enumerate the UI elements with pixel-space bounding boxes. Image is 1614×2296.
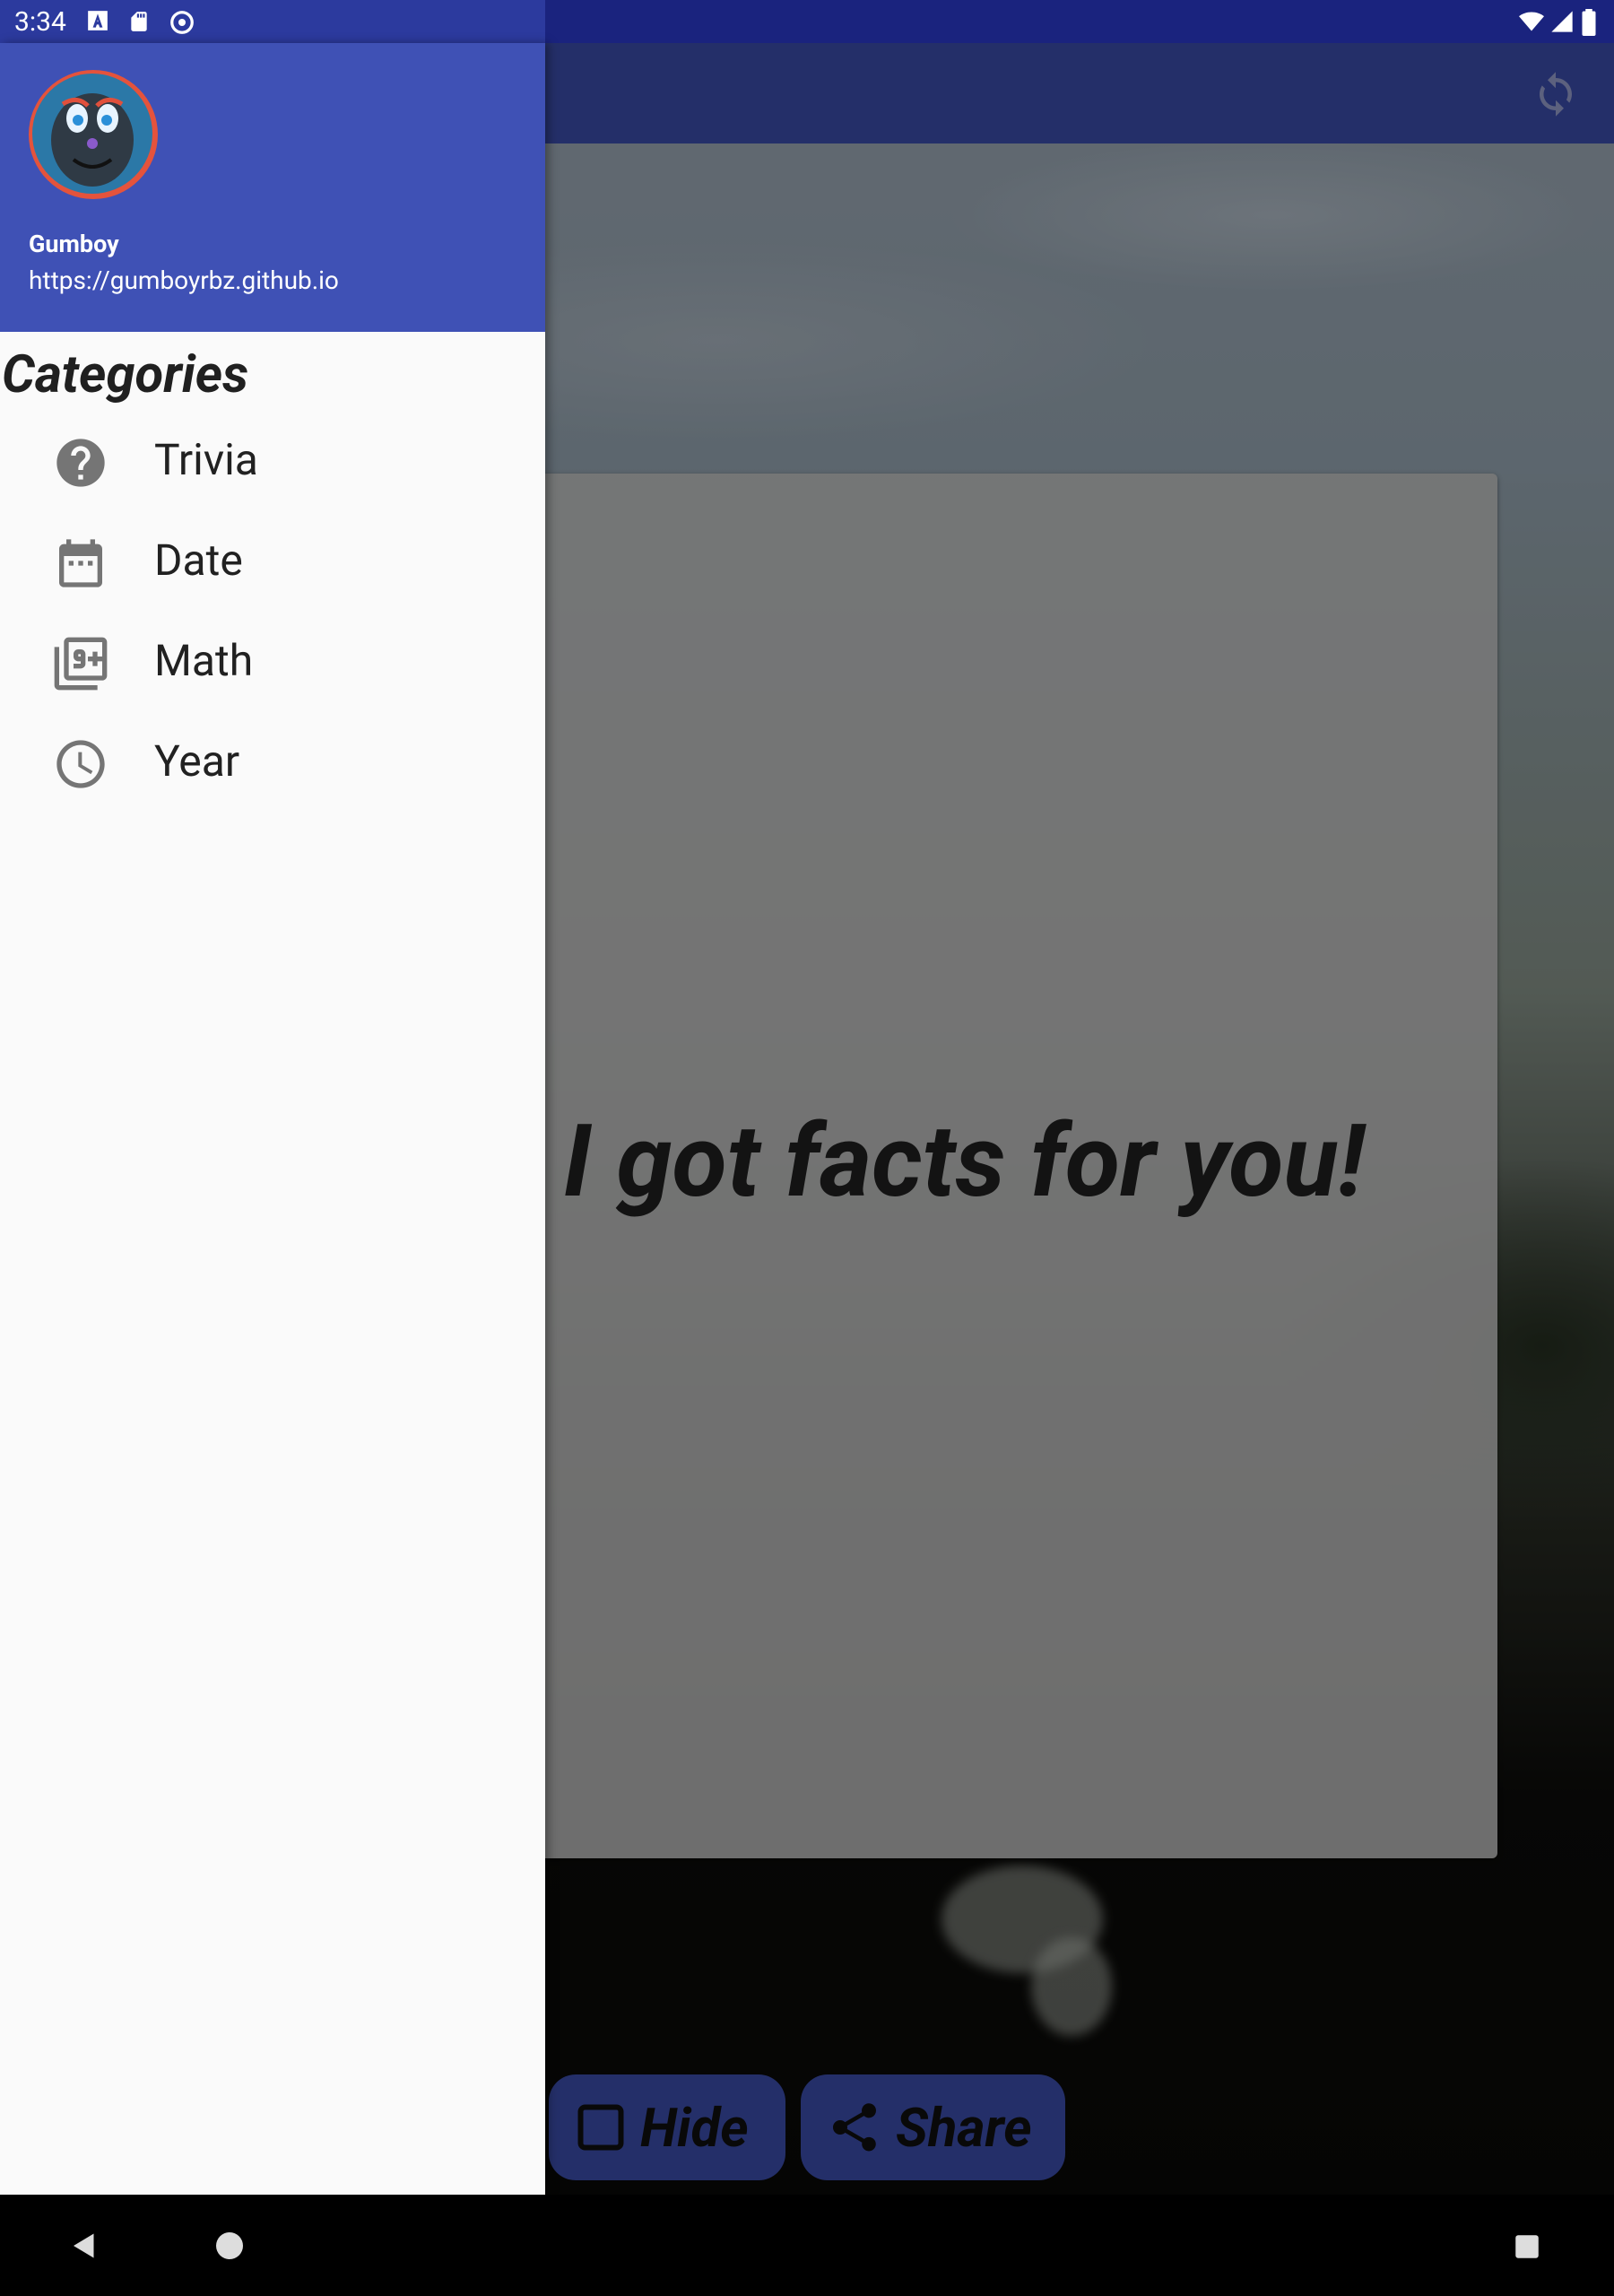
menu-item-year[interactable]: Year (0, 710, 545, 811)
profile-name: Gumboy (29, 230, 119, 258)
categories-heading: Categories (2, 344, 249, 405)
status-time: 3:34 (14, 6, 66, 38)
menu-item-label: Year (154, 735, 240, 787)
menu-item-math[interactable]: Math (0, 610, 545, 710)
signal-icon (1551, 11, 1573, 32)
help-circle-icon (56, 439, 105, 487)
gumboy-logo-icon (51, 93, 134, 187)
text-notification-icon (88, 11, 108, 30)
home-icon[interactable] (213, 2230, 246, 2262)
avatar (29, 70, 158, 199)
back-icon[interactable] (68, 2230, 100, 2262)
profile-url[interactable]: https://gumboyrbz.github.io (29, 265, 339, 295)
menu-item-label: Trivia (154, 434, 258, 485)
recents-icon[interactable] (1512, 2231, 1542, 2262)
avatar-image (32, 74, 152, 194)
sync-status-icon (170, 11, 194, 34)
sd-card-icon (131, 12, 147, 31)
clock-icon (56, 740, 105, 788)
filter-9-plus-icon (54, 637, 108, 691)
menu-item-label: Date (154, 535, 243, 586)
menu-item-date[interactable]: Date (0, 509, 545, 610)
wifi-icon (1519, 12, 1544, 31)
battery-icon (1582, 9, 1596, 36)
menu-item-trivia[interactable]: Trivia (0, 409, 545, 509)
calendar-icon (59, 539, 102, 587)
drawer-status-bar (0, 0, 545, 43)
menu-item-label: Math (154, 635, 254, 686)
